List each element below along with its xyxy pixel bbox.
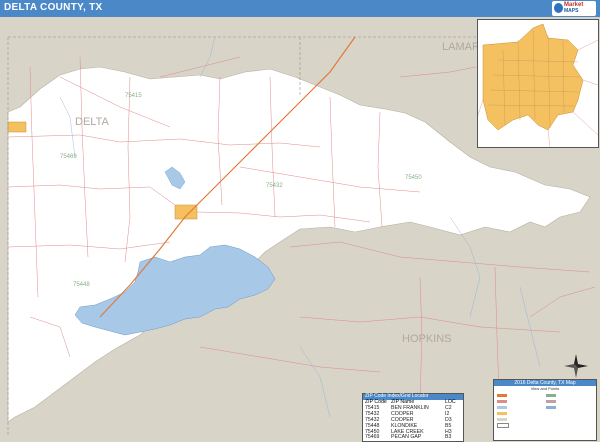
compass-rose-icon [564,354,588,378]
label-delta: DELTA [75,116,109,128]
market-maps-logo-icon: Market MAPS [552,1,596,16]
zip-legend-row: 75469 PECAN GAP B3 [363,435,463,441]
boundary-swatch [546,399,556,403]
water-swatch [497,405,507,409]
legend-swatch-row [497,393,509,397]
label-zip-75415: 75415 [125,93,142,99]
title-bar: DELTA COUNTY, TX Market MAPS [0,0,600,17]
road-swatch [497,399,507,403]
inset-canvas [478,20,598,147]
stream-swatch [546,405,556,409]
map-legend: 2016 Delta County, TX Map View and Point… [493,379,597,441]
cooper-city [174,204,198,220]
label-zip-75432: 75432 [266,183,283,189]
label-zip-75450: 75450 [405,175,422,181]
legend-swatch-row [497,399,509,403]
logo-globe-icon [554,3,563,13]
inset-map [477,19,599,148]
zip-name: PECAN GAP [391,434,422,441]
map-legend-subtitle: View and Points [530,386,560,391]
map-frame: DELTA COUNTY, TX Market MAPS DELTA LAMAR… [0,0,600,442]
legend-swatch-row [546,393,558,397]
zip-swatch [546,393,556,397]
zip-loc: B3 [445,434,452,441]
legend-swatch-row [546,405,558,409]
label-zip-75448: 75448 [73,282,90,288]
legend-swatch-row [497,405,509,409]
label-hopkins: HOPKINS [402,333,452,345]
west-city [7,121,27,133]
legend-swatch-row [497,411,509,415]
label-zip-75469: 75469 [60,154,77,160]
zip-code: 75469 [365,434,380,441]
map-title: DELTA COUNTY, TX [4,2,103,13]
legend-swatch-row [546,399,558,403]
city-swatch [497,411,507,415]
logo-line2: MAPS [564,8,579,14]
highway-swatch [497,393,507,397]
zip-code-legend: ZIP Code Index/Grid Locator ZIP Code ZIP… [362,393,464,442]
label-lamar: LAMAR [442,41,480,53]
legend-swatch-row [497,422,511,428]
legend-swatch-row [497,417,509,421]
county-swatch [497,422,509,428]
land-swatch [497,417,507,421]
